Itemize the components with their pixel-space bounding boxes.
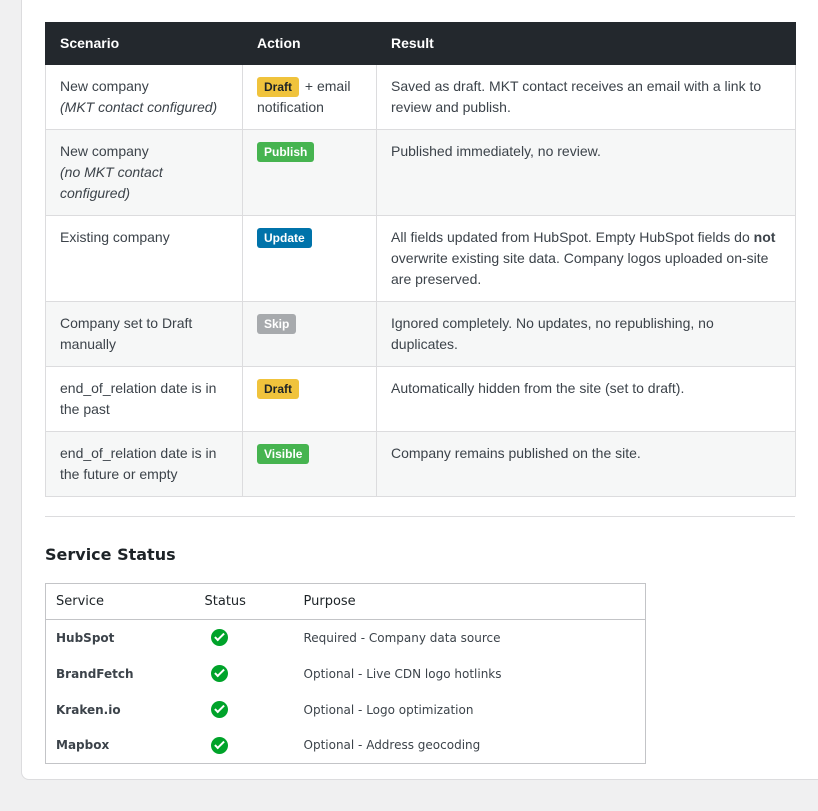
scenario-cell: New company (MKT contact configured) bbox=[45, 64, 243, 130]
status-badge-draft: Draft bbox=[257, 379, 300, 399]
emphasis-text: not bbox=[753, 229, 776, 245]
scenario-cell: Existing company bbox=[45, 215, 243, 302]
status-badge-update: Update bbox=[257, 228, 312, 248]
action-cell: Visible bbox=[242, 431, 377, 497]
column-header-service: Service bbox=[45, 583, 195, 620]
result-cell: Published immediately, no review. bbox=[376, 129, 796, 216]
sync-scenarios-table: Scenario Action Result New company (MKT c… bbox=[45, 22, 796, 497]
result-cell: Saved as draft. MKT contact receives an … bbox=[376, 64, 796, 130]
table-row: end_of_relation date is in the past Draf… bbox=[45, 366, 796, 432]
service-purpose: Optional - Live CDN logo hotlinks bbox=[303, 666, 502, 681]
table-row: BrandFetch Optional - Live CDN logo hotl… bbox=[46, 656, 646, 692]
scenario-note: (no MKT contact configured) bbox=[60, 164, 163, 201]
column-header-scenario: Scenario bbox=[45, 22, 243, 65]
status-badge-visible: Visible bbox=[257, 444, 310, 464]
table-row: Company set to Draft manually Skip Ignor… bbox=[45, 301, 796, 367]
service-purpose: Optional - Address geocoding bbox=[303, 738, 481, 753]
section-divider bbox=[45, 516, 795, 517]
service-purpose: Required - Company data source bbox=[303, 630, 501, 645]
column-header-status: Status bbox=[194, 583, 294, 620]
status-badge-skip: Skip bbox=[257, 314, 297, 334]
table-row: Kraken.io Optional - Logo optimization bbox=[46, 692, 646, 728]
result-cell: All fields updated from HubSpot. Empty H… bbox=[376, 215, 796, 302]
action-cell: Draft bbox=[242, 366, 377, 432]
action-cell: Publish bbox=[242, 129, 377, 216]
service-name: Mapbox bbox=[56, 738, 110, 753]
status-cell bbox=[195, 728, 294, 764]
service-name: HubSpot bbox=[56, 630, 115, 645]
service-status-table: Service Status Purpose HubSpot Required … bbox=[45, 583, 646, 764]
column-header-action: Action bbox=[242, 22, 377, 65]
action-cell: Update bbox=[242, 215, 377, 302]
check-circle-icon bbox=[210, 701, 228, 718]
scenario-note: (MKT contact configured) bbox=[60, 99, 218, 115]
status-cell bbox=[195, 656, 294, 692]
service-status-heading: Service Status bbox=[45, 545, 176, 564]
column-header-purpose: Purpose bbox=[293, 583, 646, 620]
status-cell bbox=[195, 620, 294, 656]
scenario-cell: end_of_relation date is in the past bbox=[45, 366, 243, 432]
table-row: end_of_relation date is in the future or… bbox=[45, 431, 796, 497]
table-row: HubSpot Required - Company data source bbox=[46, 620, 646, 656]
action-cell: Skip bbox=[242, 301, 377, 367]
table-row: New company (no MKT contact configured) P… bbox=[45, 129, 796, 216]
status-badge-draft: Draft bbox=[257, 77, 300, 97]
table-row: New company (MKT contact configured) Draf… bbox=[45, 64, 796, 130]
service-purpose: Optional - Logo optimization bbox=[303, 702, 474, 717]
action-cell: Draft + email notification bbox=[242, 64, 377, 130]
table-row: Existing company Update All fields updat… bbox=[45, 215, 796, 302]
check-circle-icon bbox=[210, 665, 228, 682]
result-cell: Ignored completely. No updates, no repub… bbox=[376, 301, 796, 367]
status-cell bbox=[195, 692, 294, 728]
status-badge-publish: Publish bbox=[257, 142, 315, 162]
result-cell: Automatically hidden from the site (set … bbox=[376, 366, 796, 432]
result-cell: Company remains published on the site. bbox=[376, 431, 796, 497]
scenario-cell: end_of_relation date is in the future or… bbox=[45, 431, 243, 497]
check-circle-icon bbox=[210, 736, 228, 754]
table-row: Mapbox Optional - Address geocoding bbox=[46, 728, 646, 764]
check-circle-icon bbox=[210, 629, 228, 647]
scenario-cell: Company set to Draft manually bbox=[45, 301, 243, 367]
table-header-row: Service Status Purpose bbox=[45, 583, 646, 620]
table-header-row: Scenario Action Result bbox=[45, 22, 796, 65]
service-name: BrandFetch bbox=[56, 666, 134, 681]
scenario-cell: New company (no MKT contact configured) bbox=[45, 129, 243, 216]
column-header-result: Result bbox=[376, 22, 796, 65]
service-name: Kraken.io bbox=[56, 702, 121, 717]
